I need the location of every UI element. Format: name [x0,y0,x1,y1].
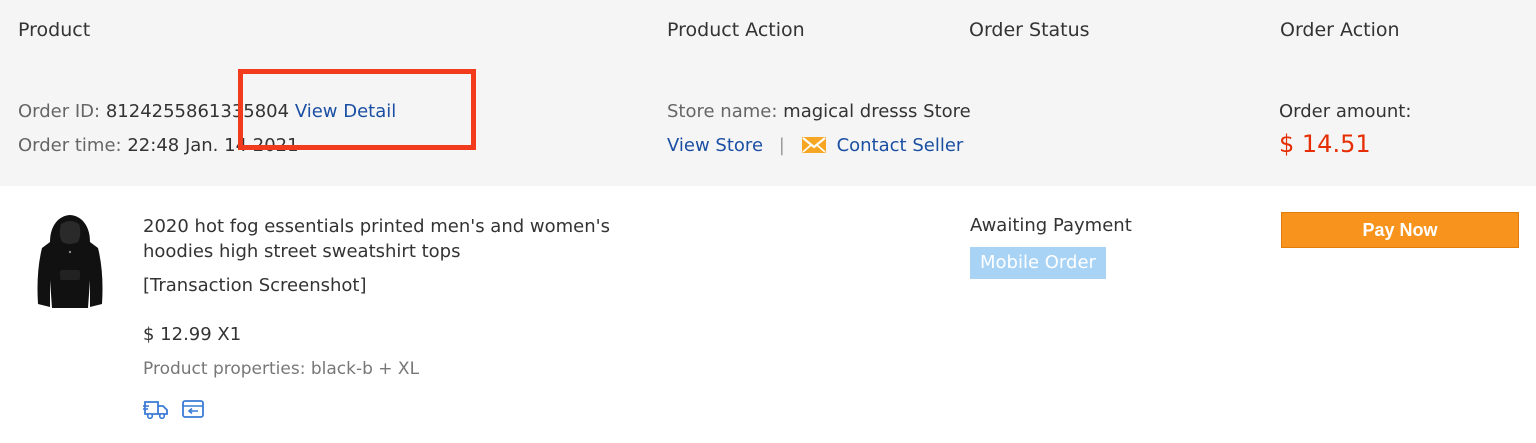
order-time-label: Order time: [18,135,122,156]
delivery-truck-icon[interactable] [143,398,169,420]
pay-now-button[interactable]: Pay Now [1281,212,1519,248]
service-icons [143,398,205,420]
store-actions-row: View Store | Contact Seller [667,135,963,156]
highlight-box [238,69,476,150]
product-properties: Product properties: black-b + XL [143,359,420,379]
return-icon[interactable] [181,398,205,420]
mail-icon [801,137,826,153]
column-header-order-action: Order Action [1280,19,1400,41]
store-name-value: magical dresss Store [783,101,971,122]
view-store-link[interactable]: View Store [667,135,763,156]
order-amount-label: Order amount: [1279,101,1411,122]
order-id-label: Order ID: [18,101,101,122]
product-title-link[interactable]: 2020 hot fog essentials printed men's an… [143,214,663,264]
separator: | [778,135,785,156]
column-header-product-action: Product Action [667,19,805,41]
product-price-quantity: $ 12.99 X1 [143,324,242,345]
order-status-text: Awaiting Payment [970,215,1132,236]
store-name-label: Store name: [667,101,778,122]
store-name-row: Store name: magical dresss Store [667,101,971,122]
product-thumbnail[interactable] [34,212,106,312]
contact-seller-link[interactable]: Contact Seller [801,135,964,156]
column-header-order-status: Order Status [969,19,1090,41]
order-amount-value: $ 14.51 [1279,130,1371,158]
contact-seller-label: Contact Seller [836,135,964,156]
mobile-order-badge: Mobile Order [970,247,1106,279]
transaction-screenshot-link[interactable]: [Transaction Screenshot] [143,275,366,296]
column-header-product: Product [18,19,91,41]
order-amount-label-text: Order amount: [1279,101,1412,122]
